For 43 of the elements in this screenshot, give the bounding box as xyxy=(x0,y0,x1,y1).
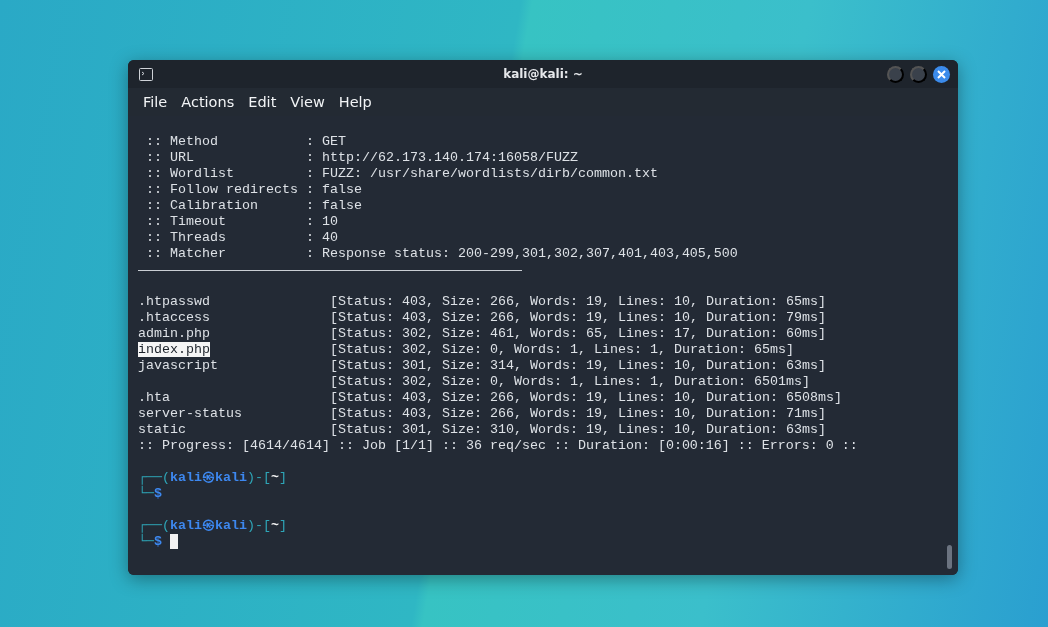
path-text: static xyxy=(138,422,186,437)
menu-item[interactable]: Help xyxy=(331,94,379,110)
progress-line: :: Progress: [4614/4614] :: Job [1/1] :: 36 req/sec :: Duration: [0:00:16] :: Errors: 0 :: xyxy=(138,438,859,454)
path-text: javascript xyxy=(138,358,218,373)
menu-item[interactable]: File xyxy=(136,94,175,110)
result-text: [Status: 301, Size: 310, Words: 19, Lines: 10, Duration: 63ms] xyxy=(330,422,826,438)
result-text: [Status: 403, Size: 266, Words: 19, Lines: 10, Duration: 6508ms] xyxy=(330,390,842,406)
output-line: :: Follow redirects : false xyxy=(145,182,363,198)
path-text: index.php xyxy=(138,342,210,357)
path-text: server-status xyxy=(138,406,242,421)
result-text: [Status: 403, Size: 266, Words: 19, Lines: 10, Duration: 71ms] xyxy=(330,406,826,422)
result-text: [Status: 403, Size: 266, Words: 19, Lines: 10, Duration: 65ms] xyxy=(330,294,826,310)
prompt-symbol: └─$ xyxy=(138,534,162,550)
output-line: :: Wordlist : FUZZ: /usr/share/wordlists/dirb/common.txt xyxy=(145,166,659,182)
menu-item[interactable]: Actions xyxy=(174,94,242,110)
result-text: [Status: 302, Size: 0, Words: 1, Lines: 1, Duration: 65ms] xyxy=(330,342,794,358)
result-text: [Status: 403, Size: 266, Words: 19, Lines: 10, Duration: 79ms] xyxy=(330,310,826,326)
output-line: :: URL : http://62.173.140.174:16058/FUZZ xyxy=(145,150,579,166)
maximize-button[interactable] xyxy=(910,65,927,83)
result-text: [Status: 301, Size: 314, Words: 19, Lines: 10, Duration: 63ms] xyxy=(330,358,826,374)
path-text: admin.php xyxy=(138,326,210,341)
path-text: .htpasswd xyxy=(138,294,210,309)
prompt-symbol: └─$ xyxy=(138,486,162,502)
window-title: kali@kali: ~ xyxy=(502,67,584,81)
result-text: [Status: 302, Size: 461, Words: 65, Lines: 17, Duration: 60ms] xyxy=(330,326,826,342)
text-cursor xyxy=(170,534,178,549)
prompt-line: ┌──(kali㉿kali)-[~] xyxy=(138,470,288,486)
menu-item[interactable]: Edit xyxy=(241,94,284,110)
menu-item[interactable]: View xyxy=(283,94,332,110)
path-text: .htaccess xyxy=(138,310,210,325)
output-line: :: Matcher : Response status: 200-299,301,302,307,401,403,405,500 xyxy=(145,246,739,262)
scrollbar-thumb[interactable] xyxy=(947,545,952,569)
close-icon xyxy=(937,69,946,79)
output-line: :: Calibration : false xyxy=(145,198,363,214)
prompt-line: ┌──(kali㉿kali)-[~] xyxy=(138,518,288,534)
terminal-icon xyxy=(139,67,153,81)
result-text: [Status: 302, Size: 0, Words: 1, Lines: 1, Duration: 6501ms] xyxy=(330,374,810,390)
output-line: :: Threads : 40 xyxy=(145,230,339,246)
minimize-button[interactable] xyxy=(887,65,904,83)
output-line: :: Method : GET xyxy=(145,134,347,150)
path-text: .hta xyxy=(138,390,170,405)
close-button[interactable] xyxy=(933,65,950,83)
output-line: :: Timeout : 10 xyxy=(145,214,339,230)
